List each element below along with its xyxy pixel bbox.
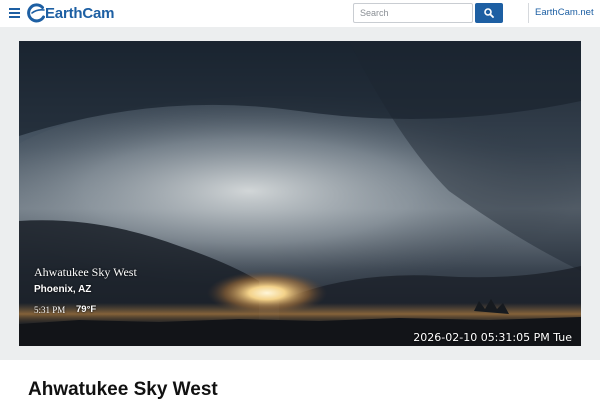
overlay-location: Phoenix, AZ bbox=[34, 284, 92, 295]
video-stage: Ahwatukee Sky West Phoenix, AZ 5:31 PM 7… bbox=[0, 27, 600, 360]
hamburger-menu-icon[interactable] bbox=[9, 8, 20, 18]
webcam-player[interactable]: Ahwatukee Sky West Phoenix, AZ 5:31 PM 7… bbox=[19, 41, 581, 346]
video-timestamp: 2026-02-10 05:31:05 PM Tue bbox=[413, 331, 572, 344]
search-input[interactable] bbox=[353, 3, 473, 23]
top-bar: EarthCam EarthCam.net bbox=[0, 0, 600, 27]
webcam-sky-image bbox=[19, 41, 581, 346]
header-divider bbox=[528, 3, 529, 23]
earthcam-swoosh-icon bbox=[27, 3, 45, 23]
search-button[interactable] bbox=[475, 3, 503, 23]
search-icon bbox=[484, 8, 494, 18]
overlay-temperature: 79°F bbox=[76, 304, 97, 315]
earthcam-net-link[interactable]: EarthCam.net bbox=[535, 7, 594, 18]
page-title: Ahwatukee Sky West bbox=[28, 379, 218, 400]
overlay-local-time: 5:31 PM bbox=[34, 305, 66, 315]
earthcam-logo[interactable]: EarthCam bbox=[27, 3, 114, 23]
overlay-camera-title: Ahwatukee Sky West bbox=[34, 265, 137, 279]
brand-name: EarthCam bbox=[45, 4, 115, 22]
